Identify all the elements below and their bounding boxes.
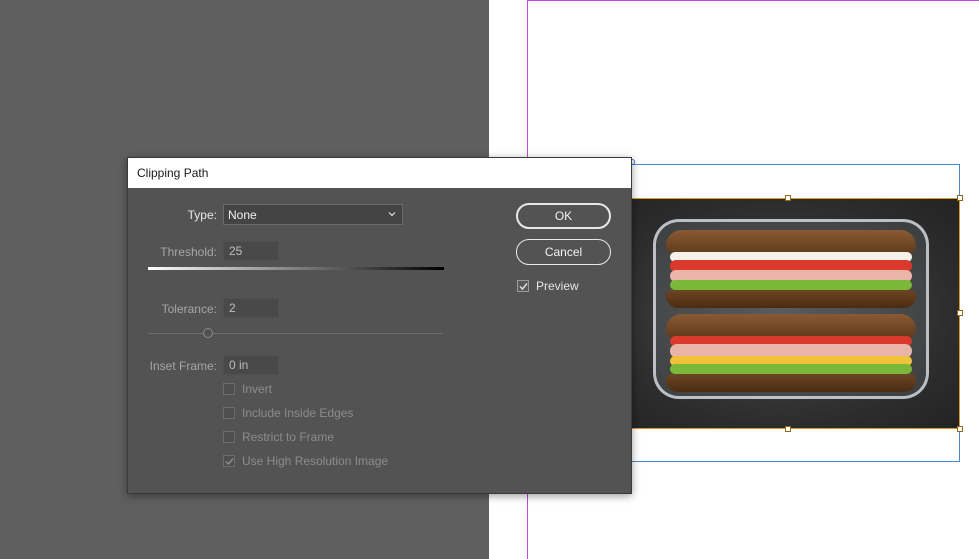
inset-frame-field[interactable]: 0 in (223, 355, 279, 375)
inset-frame-label: Inset Frame: (149, 359, 217, 373)
invert-checkbox[interactable] (223, 383, 235, 395)
food-container (653, 219, 929, 399)
chevron-down-icon (388, 212, 396, 217)
frame-handle-top-right[interactable] (957, 195, 963, 201)
use-high-resolution-image-label: Use High Resolution Image (242, 454, 389, 468)
placed-image-frame[interactable] (600, 198, 960, 429)
restrict-to-frame-checkbox[interactable] (223, 431, 235, 443)
sandwich-top (666, 230, 916, 308)
threshold-field[interactable]: 25 (223, 241, 279, 261)
margin-guide-top (527, 0, 979, 1)
threshold-gradient-slider[interactable] (148, 267, 444, 270)
use-high-resolution-image-checkbox[interactable] (223, 455, 235, 467)
restrict-to-frame-label: Restrict to Frame (242, 430, 335, 444)
preview-checkbox[interactable] (517, 280, 529, 292)
include-inside-edges-label: Include Inside Edges (242, 406, 354, 420)
invert-label: Invert (242, 382, 273, 396)
type-select[interactable]: None (223, 204, 403, 225)
threshold-label: Threshold: (160, 245, 217, 259)
frame-handle-bottom-right[interactable] (957, 426, 963, 432)
frame-handle-top[interactable] (785, 195, 791, 201)
preview-label: Preview (536, 279, 579, 293)
type-label: Type: (187, 208, 217, 222)
cancel-button[interactable]: Cancel (516, 239, 611, 265)
dialog-titlebar[interactable]: Clipping Path (128, 158, 631, 188)
tolerance-field[interactable]: 2 (223, 298, 279, 318)
checkmark-icon (225, 458, 234, 466)
tolerance-slider-track[interactable] (148, 333, 443, 334)
include-inside-edges-checkbox[interactable] (223, 407, 235, 419)
ok-button[interactable]: OK (516, 203, 611, 229)
checkmark-icon (519, 283, 528, 291)
clipping-path-dialog: Clipping Path Type: None Threshold: 25 T… (127, 157, 632, 494)
frame-handle-bottom[interactable] (785, 426, 791, 432)
dialog-title: Clipping Path (137, 166, 209, 180)
sandwich-bottom (666, 314, 916, 392)
tolerance-slider-thumb[interactable] (203, 328, 213, 338)
type-select-value: None (228, 208, 257, 222)
frame-handle-right[interactable] (957, 310, 963, 316)
tolerance-label: Tolerance: (161, 302, 217, 316)
